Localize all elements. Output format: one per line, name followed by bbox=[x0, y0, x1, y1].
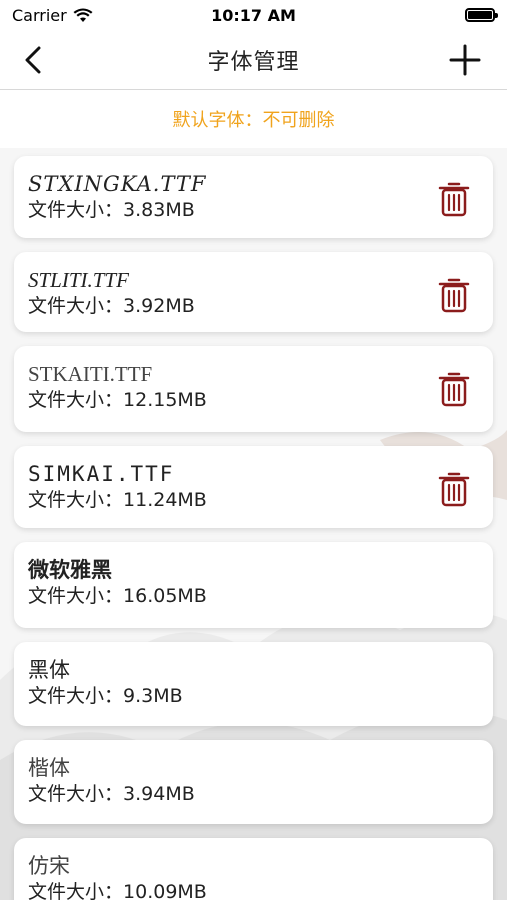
font-card-stxingka[interactable]: STXINGKA.TTF 文件大小：3.83MB bbox=[14, 156, 493, 238]
font-name: 黑体 bbox=[28, 658, 70, 682]
back-button[interactable] bbox=[18, 42, 48, 78]
font-card-fangsong[interactable]: 仿宋 文件大小：10.09MB bbox=[14, 838, 493, 900]
page-title: 字体管理 bbox=[207, 49, 300, 75]
trash-icon[interactable] bbox=[437, 276, 471, 314]
font-name: SIMKAI.TTF bbox=[28, 462, 175, 486]
font-size-value: 11.24MB bbox=[123, 489, 207, 511]
trash-icon[interactable] bbox=[437, 370, 471, 408]
font-size-info: 文件大小：3.94MB bbox=[28, 783, 195, 805]
font-size-value: 3.94MB bbox=[123, 783, 195, 805]
font-size-info: 文件大小：11.24MB bbox=[28, 489, 207, 511]
font-size-info: 文件大小：3.92MB bbox=[28, 295, 195, 317]
status-bar: Carrier 10:17 AM bbox=[0, 0, 507, 30]
font-name: 仿宋 bbox=[28, 854, 70, 878]
trash-icon[interactable] bbox=[437, 470, 471, 508]
plus-icon bbox=[449, 44, 481, 76]
font-card-kaiti[interactable]: 楷体 文件大小：3.94MB bbox=[14, 740, 493, 824]
add-font-button[interactable] bbox=[445, 42, 485, 78]
font-card-simkai[interactable]: SIMKAI.TTF 文件大小：11.24MB bbox=[14, 446, 493, 528]
font-size-info: 文件大小：16.05MB bbox=[28, 585, 207, 607]
font-size-value: 3.92MB bbox=[123, 295, 195, 317]
font-card-msyh[interactable]: 微软雅黑 文件大小：16.05MB bbox=[14, 542, 493, 628]
font-card-stkaiti[interactable]: STKAITI.TTF 文件大小：12.15MB bbox=[14, 346, 493, 432]
font-size-value: 12.15MB bbox=[123, 389, 207, 411]
chevron-left-icon bbox=[25, 46, 41, 74]
font-size-value: 9.3MB bbox=[123, 685, 183, 707]
battery-icon bbox=[465, 8, 498, 22]
font-name: STKAITI.TTF bbox=[28, 362, 153, 386]
font-size-info: 文件大小：10.09MB bbox=[28, 880, 479, 900]
font-size-info: 文件大小：3.83MB bbox=[28, 199, 195, 221]
font-size-info: 文件大小：12.15MB bbox=[28, 389, 207, 411]
font-size-value: 16.05MB bbox=[123, 585, 207, 607]
status-time: 10:17 AM bbox=[211, 5, 296, 25]
trash-icon[interactable] bbox=[437, 180, 471, 218]
font-name: 楷体 bbox=[28, 756, 70, 780]
font-size-value: 10.09MB bbox=[123, 881, 207, 900]
navigation-bar: 字体管理 bbox=[0, 30, 507, 90]
font-name: STXINGKA.TTF bbox=[28, 172, 207, 196]
font-card-heiti[interactable]: 黑体 文件大小：9.3MB bbox=[14, 642, 493, 726]
font-name: 微软雅黑 bbox=[28, 558, 112, 582]
font-name: STLITI.TTF bbox=[28, 268, 129, 292]
font-size-info: 文件大小：9.3MB bbox=[28, 685, 183, 707]
font-size-value: 3.83MB bbox=[123, 199, 195, 221]
font-card-stliti[interactable]: STLITI.TTF 文件大小：3.92MB bbox=[14, 252, 493, 332]
default-font-notice: 默认字体：不可删除 bbox=[0, 90, 507, 148]
